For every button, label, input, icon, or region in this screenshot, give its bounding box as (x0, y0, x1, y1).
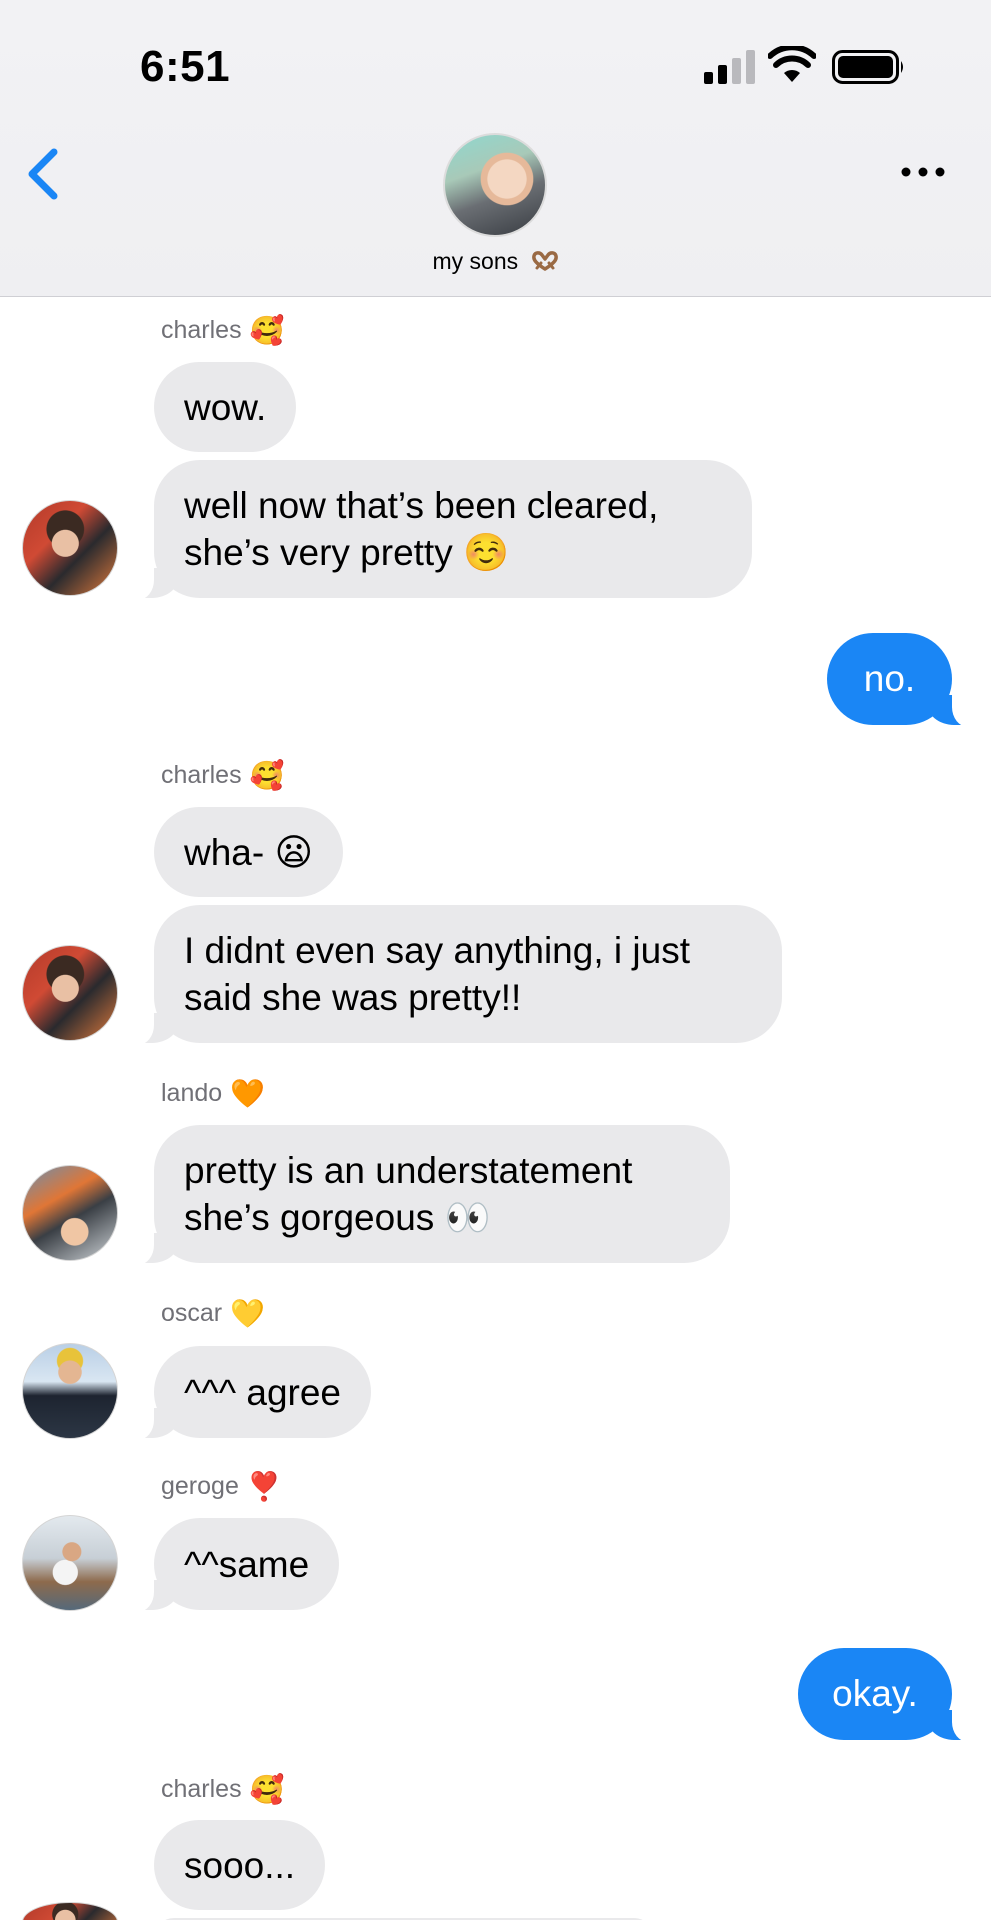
message-bubble[interactable]: well now that’s been cleared, she’s very… (132, 460, 752, 600)
status-time: 6:51 (140, 42, 231, 91)
back-chevron-icon[interactable] (24, 148, 64, 200)
message-bubble[interactable]: I didnt even say anything, i just said s… (132, 905, 782, 1045)
sender-name: lando 🧡 (161, 1077, 266, 1109)
sender-emoji: 🥰 (249, 759, 285, 791)
cellular-signal-icon (704, 50, 755, 84)
message-bubble[interactable]: ^^^ agree (132, 1346, 371, 1440)
sender-name: charles 🥰 (161, 314, 285, 346)
avatar-charles[interactable] (22, 945, 118, 1041)
sender-name: oscar 💛 (161, 1297, 266, 1329)
battery-icon (832, 50, 903, 84)
avatar-charles[interactable] (22, 1902, 118, 1920)
message-bubble[interactable]: ^^same (131, 1518, 340, 1612)
wifi-icon (768, 46, 816, 82)
message-bubble[interactable]: wow. (154, 362, 297, 452)
group-name[interactable]: my sons (0, 248, 991, 275)
avatar-lando[interactable] (22, 1165, 118, 1261)
sender-emoji: 🧡 (230, 1077, 266, 1109)
heart-hands-icon (531, 251, 558, 271)
message-bubble[interactable]: wha- 😦 (154, 807, 344, 897)
sender-name: charles 🥰 (161, 759, 285, 791)
sender-name: geroge ❣️ (161, 1470, 282, 1502)
conversation-header: 6:51 my sons (0, 0, 991, 297)
more-options-icon[interactable] (900, 162, 946, 182)
sender-emoji: 💛 (230, 1297, 266, 1329)
sender-name: charles 🥰 (161, 1773, 285, 1805)
avatar-charles[interactable] (22, 500, 118, 596)
avatar-geroge[interactable] (22, 1515, 118, 1611)
avatar-oscar[interactable] (22, 1343, 118, 1439)
sender-emoji: 🥰 (249, 314, 285, 346)
group-avatar[interactable] (443, 133, 547, 237)
outgoing-message-bubble[interactable]: no. (827, 633, 974, 727)
message-bubble[interactable]: pretty is an understatement she’s gorgeo… (132, 1125, 730, 1265)
sender-emoji: ❣️ (246, 1470, 282, 1502)
sender-emoji: 🥰 (249, 1773, 285, 1805)
group-name-label: my sons (432, 248, 519, 274)
message-bubble[interactable]: sooo... (154, 1820, 326, 1910)
outgoing-message-bubble[interactable]: okay. (798, 1648, 974, 1742)
